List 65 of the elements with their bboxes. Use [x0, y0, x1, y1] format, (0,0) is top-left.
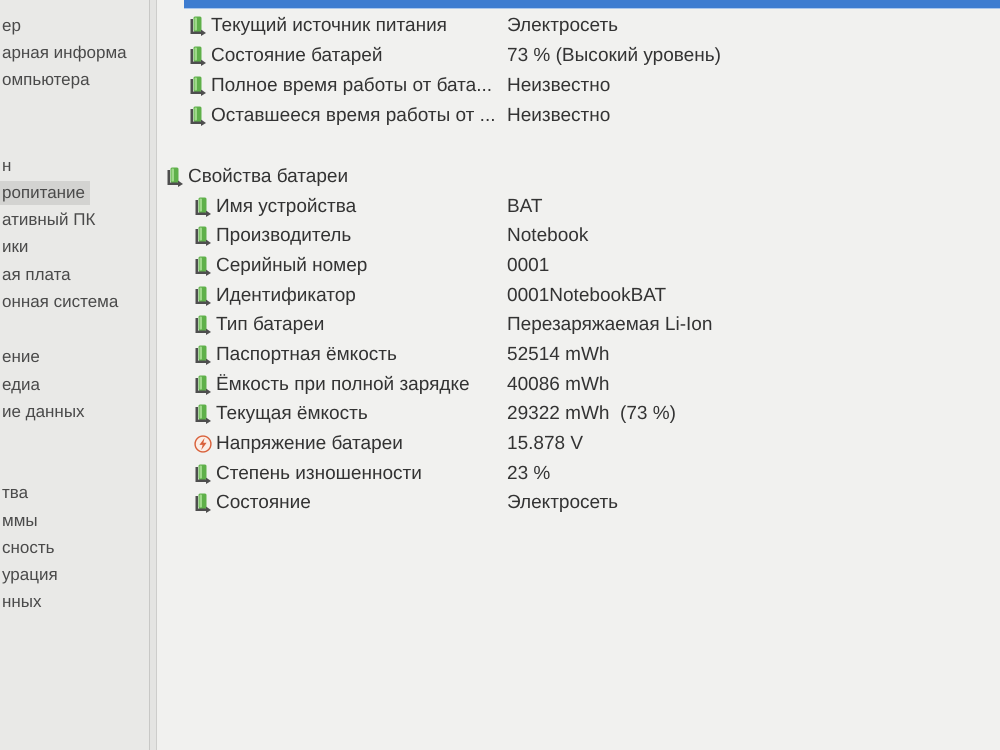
- battery-icon: [166, 166, 184, 187]
- property-name: Производитель: [216, 224, 352, 248]
- tree-item[interactable]: едиа: [0, 372, 45, 397]
- battery-icon: [194, 315, 212, 336]
- battery-icon: [194, 464, 212, 484]
- property-value: Электросеть: [507, 491, 618, 516]
- property-name: Полное время работы от бата...: [211, 74, 492, 98]
- battery-icon: [194, 226, 212, 246]
- property-name: Идентификатор: [216, 284, 356, 308]
- tree-item[interactable]: ики: [0, 235, 34, 260]
- property-name: Состояние батарей: [211, 44, 382, 68]
- tree-item[interactable]: нных: [0, 590, 46, 614]
- property-value: 0001: [507, 254, 550, 278]
- property-name: Оставшееся время работы от ...: [211, 104, 496, 128]
- battery-icon: [194, 493, 212, 514]
- property-value: Неизвестно: [507, 104, 610, 128]
- battery-icon: [189, 16, 207, 36]
- battery-icon: [189, 76, 207, 96]
- battery-icon: [189, 106, 207, 126]
- panel-splitter[interactable]: [150, 0, 157, 750]
- battery-icon: [194, 344, 212, 365]
- property-name: Имя устройства: [216, 194, 356, 219]
- property-value: 40086 mWh: [507, 372, 610, 397]
- battery-icon: [194, 374, 212, 395]
- tree-item[interactable]: ер: [0, 14, 26, 38]
- property-value: 52514 mWh: [507, 342, 610, 367]
- property-name: Напряжение батареи: [216, 432, 403, 456]
- tree-item[interactable]: ая плата: [0, 262, 76, 287]
- tree-item[interactable]: ативный ПК: [0, 208, 100, 232]
- property-name: Серийный номер: [216, 254, 368, 278]
- lightning-icon: [194, 434, 212, 454]
- battery-icon: [194, 404, 212, 424]
- property-value: 0001NotebookBAT: [507, 284, 666, 308]
- property-value: 15.878 V: [507, 432, 584, 456]
- property-value: 29322 mWh (73 %): [507, 402, 676, 426]
- property-name: Тип батареи: [216, 313, 324, 338]
- property-name: Текущий источник питания: [211, 14, 447, 38]
- battery-icon: [189, 46, 207, 66]
- property-value: Неизвестно: [507, 74, 610, 98]
- property-value: BAT: [507, 194, 543, 219]
- tree-item[interactable]: урация: [0, 563, 63, 588]
- tree-item[interactable]: ммы: [0, 508, 43, 532]
- property-name: Состояние: [216, 491, 311, 516]
- property-name: Паспортная ёмкость: [216, 342, 397, 367]
- battery-icon: [194, 286, 212, 306]
- tree-item[interactable]: сность: [0, 536, 60, 560]
- property-value: Перезаряжаемая Li-Ion: [507, 313, 712, 338]
- tree-item[interactable]: омпьютера: [0, 68, 95, 92]
- property-value: Электросеть: [507, 14, 618, 38]
- property-value: Notebook: [507, 224, 588, 248]
- property-value: 73 % (Высокий уровень): [507, 44, 721, 68]
- tree-item[interactable]: онная система: [0, 290, 124, 314]
- property-value: 23 %: [507, 462, 550, 486]
- tree-item[interactable]: арная информа: [0, 40, 132, 65]
- tree-item[interactable]: ропитание: [0, 180, 90, 205]
- battery-icon: [194, 196, 212, 217]
- property-name: Текущая ёмкость: [216, 402, 368, 426]
- tree-item[interactable]: н: [0, 154, 16, 178]
- tree-item[interactable]: ие данных: [0, 400, 90, 424]
- property-name: Ёмкость при полной зарядке: [216, 372, 470, 397]
- property-name: Степень изношенности: [216, 462, 422, 486]
- tree-item[interactable]: тва: [0, 481, 34, 506]
- section-title: Свойства батареи: [188, 164, 348, 189]
- battery-icon: [194, 256, 212, 276]
- tree-item[interactable]: ение: [0, 345, 45, 370]
